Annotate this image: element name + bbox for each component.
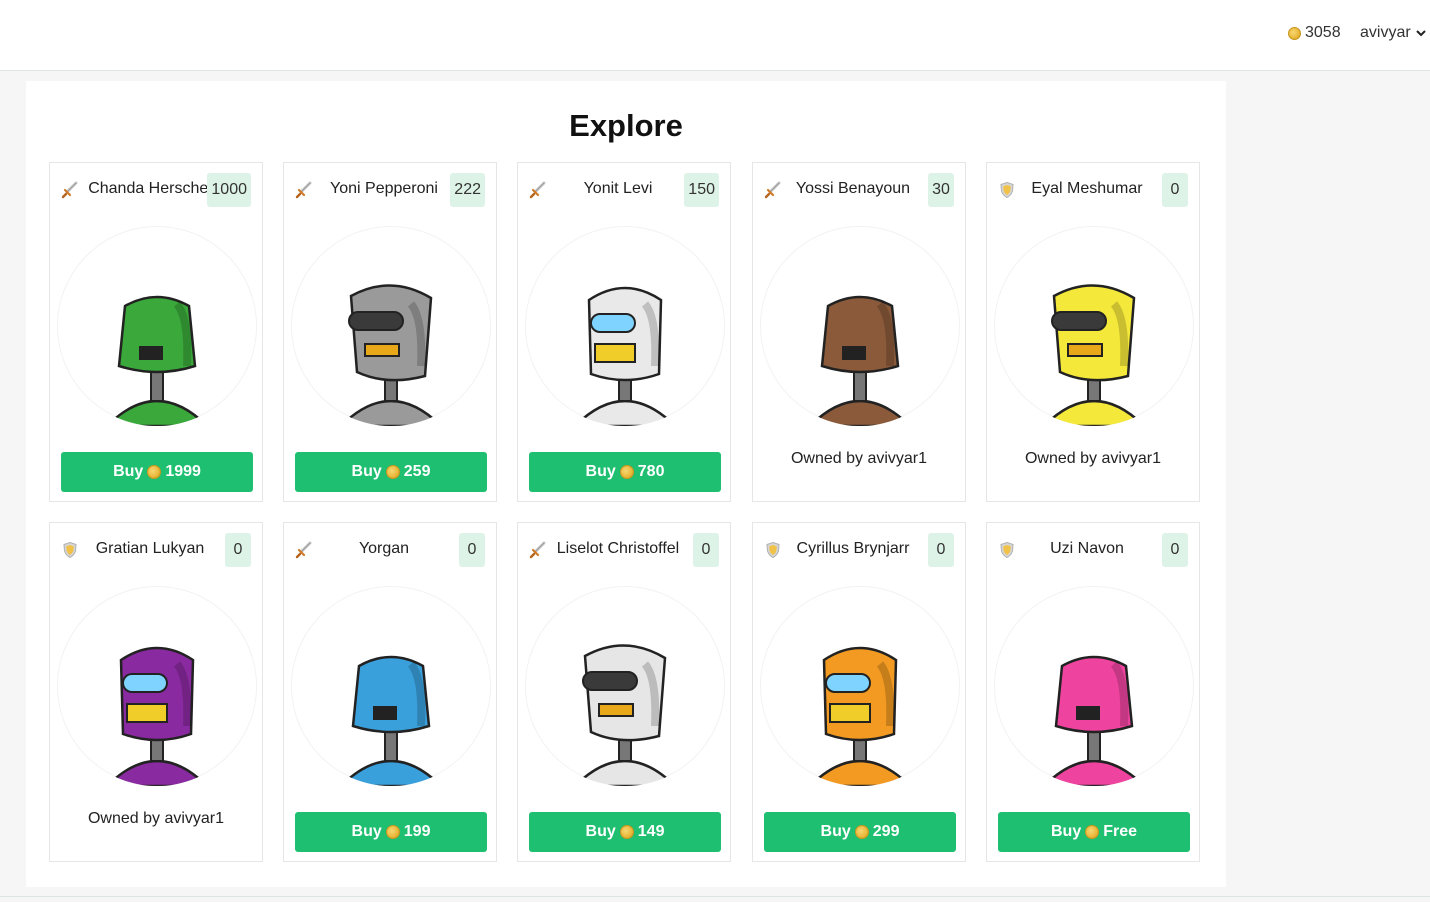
robot-card: Yonit Levi 150 Buy 780: [517, 162, 731, 502]
footer-divider: [0, 896, 1430, 897]
shield-icon: [61, 541, 79, 559]
buy-label: Buy: [351, 823, 382, 840]
robot-avatar: [291, 226, 491, 426]
coin-icon: [385, 825, 400, 839]
robot-avatar: [291, 586, 491, 786]
buy-button[interactable]: Buy 1999: [61, 452, 253, 492]
price: 780: [637, 463, 665, 480]
robot-name: Yossi Benayoun: [795, 180, 911, 197]
sword-icon: [529, 181, 547, 199]
buy-label: Buy: [585, 463, 616, 480]
robot-card: Cyrillus Brynjarr 0 Buy 299: [752, 522, 966, 862]
sword-icon: [61, 181, 79, 199]
score-badge: 30: [928, 173, 954, 207]
robot-name: Eyal Meshumar: [1031, 180, 1143, 197]
sword-icon: [764, 181, 782, 199]
coin-balance: 3058: [1288, 24, 1341, 42]
owned-by-text: Owned by avivyar1: [87, 810, 225, 827]
robot-avatar: [994, 586, 1194, 786]
price: 299: [872, 823, 900, 840]
buy-label: Buy: [1050, 823, 1082, 840]
robot-name: Yonit Levi: [583, 180, 653, 197]
score-badge: 0: [693, 533, 719, 567]
shield-icon: [764, 541, 782, 559]
score-badge: 0: [225, 533, 251, 567]
price: 199: [403, 823, 431, 840]
coin-icon: [1085, 825, 1100, 839]
buy-label: Buy: [820, 823, 851, 840]
buy-button[interactable]: Buy 780: [529, 452, 721, 492]
buy-label: Buy: [585, 823, 616, 840]
score-badge: 0: [1162, 173, 1188, 207]
price: 1999: [165, 463, 201, 480]
robot-avatar: [994, 226, 1194, 426]
robot-name: Uzi Navon: [1050, 540, 1124, 557]
username: avivyar: [1360, 24, 1411, 41]
score-badge: 0: [928, 533, 954, 567]
price: 149: [637, 823, 665, 840]
price: Free: [1103, 823, 1138, 840]
robot-name: Cyrillus Brynjarr: [796, 540, 910, 557]
robot-avatar: [760, 586, 960, 786]
sword-icon: [295, 181, 313, 199]
score-badge: 1000: [207, 173, 251, 207]
robot-card: Yoni Pepperoni 222 Buy 259: [283, 162, 497, 502]
buy-label: Buy: [113, 463, 144, 480]
sword-icon: [529, 541, 547, 559]
owned-by-text: Owned by avivyar1: [1024, 450, 1162, 467]
robot-avatar: [525, 226, 725, 426]
sword-icon: [295, 541, 313, 559]
robot-card: Yossi Benayoun 30 Owned by avivyar1: [752, 162, 966, 502]
score-badge: 150: [684, 173, 719, 207]
buy-button[interactable]: Buy Free: [998, 812, 1190, 852]
buy-label: Buy: [351, 463, 382, 480]
robot-name: Gratian Lukyan: [95, 540, 205, 557]
score-badge: 0: [459, 533, 485, 567]
robot-avatar: [57, 226, 257, 426]
shield-icon: [998, 541, 1016, 559]
top-bar: 3058 avivyar: [0, 0, 1430, 71]
price: 259: [403, 463, 431, 480]
coin-icon: [147, 465, 162, 479]
shield-icon: [998, 181, 1016, 199]
robot-card: Uzi Navon 0 Buy Free: [986, 522, 1200, 862]
balance-amount: 3058: [1305, 24, 1341, 41]
coin-icon: [1288, 26, 1301, 40]
coin-icon: [619, 465, 634, 479]
robot-card: Eyal Meshumar 0 Owned by avivyar1: [986, 162, 1200, 502]
buy-button[interactable]: Buy 199: [295, 812, 487, 852]
buy-button[interactable]: Buy 149: [529, 812, 721, 852]
robot-card: Gratian Lukyan 0 Owned by avivyar1: [49, 522, 263, 862]
chevron-down-icon: [1415, 30, 1426, 37]
robot-avatar: [57, 586, 257, 786]
robot-card: Yorgan 0 Buy 199: [283, 522, 497, 862]
robot-card: Liselot Christoffel 0 Buy 149: [517, 522, 731, 862]
buy-button[interactable]: Buy 299: [764, 812, 956, 852]
buy-button[interactable]: Buy 259: [295, 452, 487, 492]
robot-avatar: [760, 226, 960, 426]
robot-name: Liselot Christoffel: [556, 540, 680, 557]
score-badge: 0: [1162, 533, 1188, 567]
robot-name: Yorgan: [358, 540, 410, 557]
coin-icon: [385, 465, 400, 479]
user-menu[interactable]: avivyar: [1360, 24, 1427, 42]
page-title: Explore: [569, 108, 683, 143]
robot-avatar: [525, 586, 725, 786]
score-badge: 222: [450, 173, 485, 207]
robot-card: Chanda Herschel 1000 Buy 1999: [49, 162, 263, 502]
robot-name: Chanda Herschel: [88, 180, 212, 197]
robot-name: Yoni Pepperoni: [330, 180, 438, 197]
coin-icon: [619, 825, 634, 839]
coin-icon: [854, 825, 869, 839]
owned-by-text: Owned by avivyar1: [790, 450, 928, 467]
